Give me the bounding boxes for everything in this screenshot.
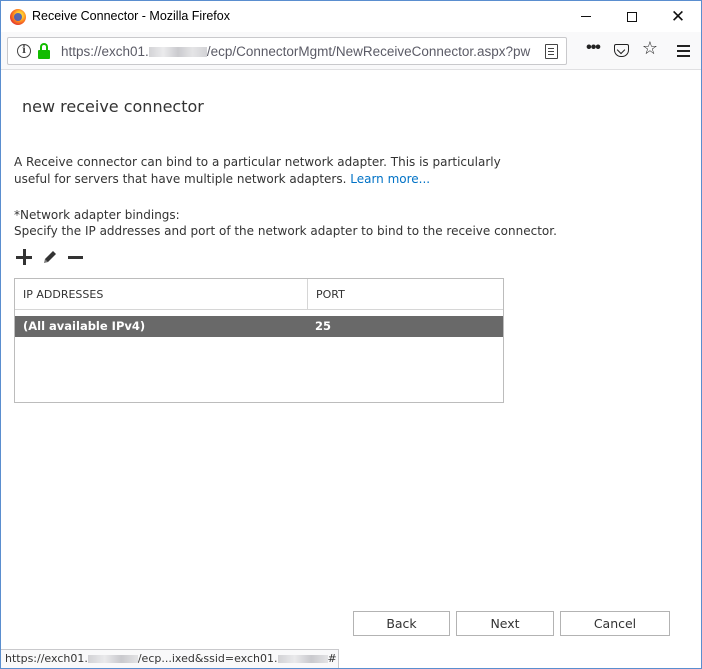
minimize-button[interactable] (563, 1, 609, 32)
url-prefix: https://exch01. (61, 44, 149, 59)
add-icon[interactable] (15, 248, 33, 266)
remove-icon[interactable] (67, 248, 85, 266)
bindings-label: *Network adapter bindings: (14, 208, 180, 222)
bindings-grid: IP ADDRESSES PORT (All available IPv4) 2… (14, 278, 504, 403)
cell-port: 25 (315, 319, 332, 333)
learn-more-link[interactable]: Learn more... (350, 172, 430, 186)
bindings-help-text: Specify the IP addresses and port of the… (14, 224, 557, 238)
redacted-domain (148, 47, 207, 58)
next-button[interactable]: Next (456, 611, 554, 636)
redacted-domain (277, 655, 328, 663)
browser-window: Receive Connector - Mozilla Firefox ✕ i … (0, 0, 702, 669)
pocket-icon[interactable] (613, 42, 629, 58)
grid-header: IP ADDRESSES PORT (15, 279, 503, 310)
edit-pencil-icon[interactable] (41, 248, 59, 266)
minimize-icon (581, 16, 591, 17)
column-header-ip-addresses[interactable]: IP ADDRESSES (15, 279, 308, 310)
page-actions-more-icon[interactable]: ••• (584, 39, 602, 56)
url-bar[interactable]: i https://exch01. /ecp/ConnectorMgmt/NewR… (7, 37, 567, 65)
close-icon: ✕ (670, 6, 686, 26)
bookmark-star-icon[interactable]: ☆ (641, 38, 659, 58)
cell-ip-address: (All available IPv4) (23, 319, 146, 333)
page-title: new receive connector (22, 97, 204, 116)
back-button[interactable]: Back (353, 611, 450, 636)
window-title: Receive Connector - Mozilla Firefox (32, 9, 230, 23)
lock-icon[interactable] (38, 43, 50, 59)
firefox-logo-icon (10, 9, 26, 25)
status-bar: https://exch01. /ecp...ixed&ssid=exch01. # (1, 649, 339, 668)
info-icon[interactable]: i (17, 44, 31, 58)
status-suffix: # (327, 652, 337, 665)
column-header-port[interactable]: PORT (308, 279, 503, 310)
description-text: A Receive connector can bind to a partic… (14, 154, 504, 188)
hamburger-menu-icon[interactable] (676, 43, 690, 59)
bindings-toolbar (15, 248, 95, 266)
maximize-icon (627, 11, 637, 22)
redacted-domain (87, 655, 138, 663)
status-middle: /ecp...ixed&ssid=exch01. (137, 652, 278, 665)
url-suffix: /ecp/ConnectorMgmt/NewReceiveConnector.a… (206, 44, 531, 59)
cancel-button[interactable]: Cancel (560, 611, 670, 636)
reader-view-icon[interactable] (545, 44, 558, 59)
status-prefix: https://exch01. (5, 652, 88, 665)
title-bar: Receive Connector - Mozilla Firefox ✕ (1, 1, 701, 32)
table-row[interactable]: (All available IPv4) 25 (15, 316, 503, 337)
close-button[interactable]: ✕ (655, 1, 701, 32)
maximize-button[interactable] (609, 1, 655, 32)
url-text[interactable]: https://exch01. /ecp/ConnectorMgmt/NewRec… (61, 44, 539, 59)
